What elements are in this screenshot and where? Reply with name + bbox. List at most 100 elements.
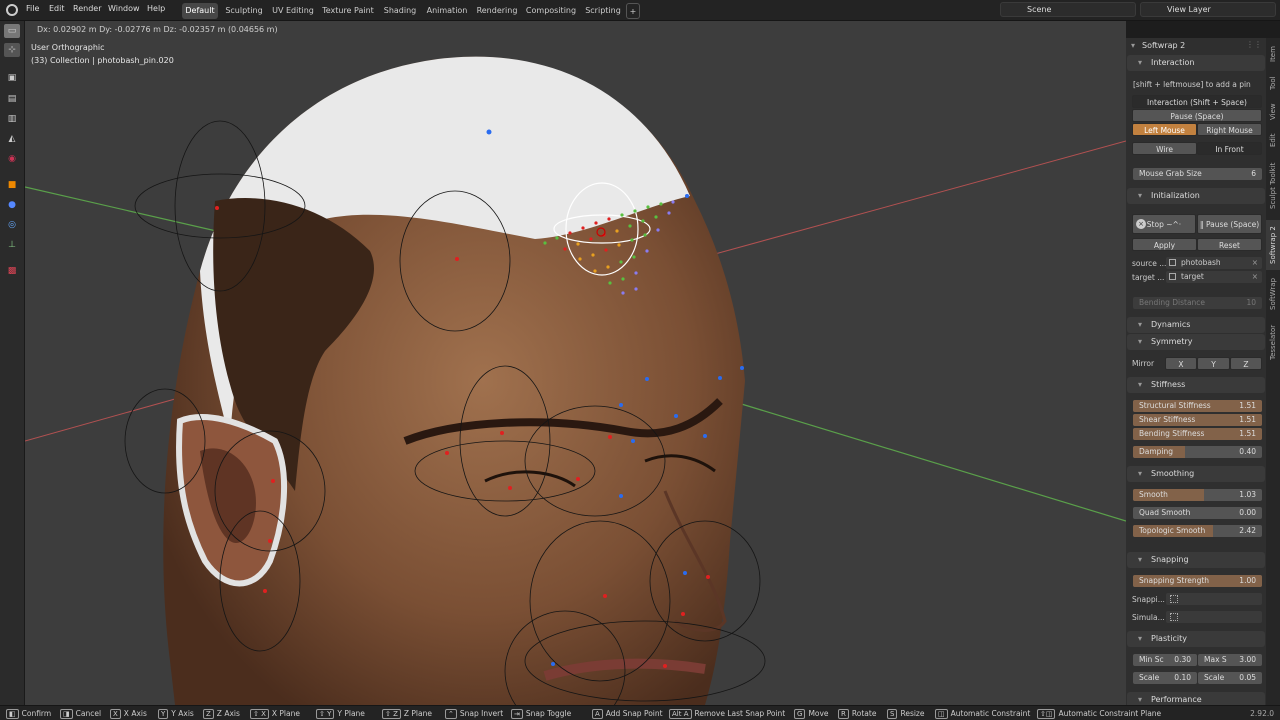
tab-softwrap[interactable]: SoftWrap	[1266, 272, 1280, 316]
status-snap-invert: ⌃ Snap Invert	[445, 709, 503, 719]
scale-field-2[interactable]: Scale 0.05	[1198, 672, 1262, 684]
tab-softwrap-2[interactable]: Softwrap 2	[1266, 220, 1280, 270]
bending-distance-field[interactable]: Bending Distance 10	[1133, 297, 1262, 309]
cursor-tool-icon[interactable]: ⊹	[4, 43, 20, 57]
addon-title: Softwrap 2	[1142, 41, 1186, 50]
status-cancel: ◨ Cancel	[60, 709, 101, 719]
tab-edit[interactable]: Edit	[1266, 128, 1280, 152]
section-snapping[interactable]: Snapping	[1127, 552, 1265, 568]
view-name: User Orthographic	[31, 43, 105, 52]
scale-value: 0.05	[1239, 673, 1256, 682]
structural-stiffness-slider[interactable]: Structural Stiffness 1.51	[1133, 400, 1262, 412]
right-mouse-toggle[interactable]: Right Mouse	[1197, 123, 1262, 136]
texture-props-icon[interactable]: ▩	[4, 264, 20, 278]
tab-shading[interactable]: Shading	[380, 3, 420, 19]
version-label: 2.92.0	[1250, 709, 1274, 718]
viewport-scene[interactable]	[25, 21, 1126, 705]
menu-render[interactable]: Render	[73, 4, 101, 13]
object-props-icon[interactable]: ■	[4, 178, 20, 192]
slider-label: Damping	[1139, 447, 1174, 456]
scene-selector[interactable]: Scene	[1000, 2, 1136, 17]
bending-stiffness-slider[interactable]: Bending Stiffness 1.51	[1133, 428, 1262, 440]
clear-source-icon[interactable]: ×	[1252, 257, 1258, 269]
add-workspace-button[interactable]: +	[626, 3, 640, 19]
tab-tesselator[interactable]: Tesselator	[1266, 318, 1280, 366]
panel-collapse-icon[interactable]: ▾	[1131, 41, 1135, 50]
section-initialization[interactable]: Initialization	[1127, 188, 1265, 204]
clear-target-icon[interactable]: ×	[1252, 271, 1258, 283]
section-symmetry[interactable]: Symmetry	[1127, 334, 1265, 350]
menu-window[interactable]: Window	[108, 4, 140, 13]
stop-button[interactable]: × Stop ~^·	[1132, 214, 1196, 234]
mouse-grab-size-label: Mouse Grab Size	[1139, 169, 1202, 178]
tab-default[interactable]: Default	[182, 3, 218, 19]
tab-sculpt-toolkit[interactable]: Sculpt Toolkit	[1266, 154, 1280, 218]
reset-button[interactable]: Reset	[1197, 238, 1262, 251]
interaction-button[interactable]: Interaction (Shift + Space)	[1132, 95, 1262, 108]
3d-viewport[interactable]: Dx: 0.02902 m Dy: -0.02776 m Dz: -0.0235…	[25, 21, 1126, 705]
mouse-right-icon: ◨	[60, 709, 73, 719]
tab-animation[interactable]: Animation	[424, 3, 470, 19]
status-move: G Move	[794, 709, 829, 719]
status-z-plane: ⇧ ZZ Plane	[382, 709, 432, 719]
physics-props-icon[interactable]: ◎	[4, 218, 20, 232]
section-interaction[interactable]: Interaction	[1127, 55, 1265, 71]
snapping-strength-slider[interactable]: Snapping Strength 1.00	[1133, 575, 1262, 587]
mirror-x-toggle[interactable]: X	[1165, 357, 1197, 370]
target-object-field[interactable]: target ×	[1166, 271, 1262, 283]
source-object-field[interactable]: photobash ×	[1166, 257, 1262, 269]
min-scale-field[interactable]: Min Sc 0.30	[1133, 654, 1197, 666]
blender-logo-icon[interactable]	[6, 4, 18, 16]
select-tool-icon[interactable]: ▭	[4, 24, 20, 38]
render-props-icon[interactable]: ▣	[4, 71, 20, 85]
tab-sculpting[interactable]: Sculpting	[223, 3, 265, 19]
output-props-icon[interactable]: ▤	[4, 92, 20, 106]
tab-texture-paint[interactable]: Texture Paint	[321, 3, 375, 19]
init-pause-button[interactable]: ‖ Pause (Space)	[1197, 214, 1262, 234]
section-dynamics[interactable]: Dynamics	[1127, 317, 1265, 333]
apply-button[interactable]: Apply	[1132, 238, 1197, 251]
modifier-props-icon[interactable]: ●	[4, 198, 20, 212]
max-scale-field[interactable]: Max S 3.00	[1198, 654, 1262, 666]
simulation-group-field[interactable]	[1166, 611, 1262, 623]
slider-value: 1.51	[1239, 415, 1256, 424]
damping-slider[interactable]: Damping 0.40	[1133, 446, 1262, 458]
view-layer-selector[interactable]: View Layer	[1140, 2, 1276, 17]
tab-uv-editing[interactable]: UV Editing	[270, 3, 316, 19]
wire-toggle[interactable]: Wire	[1132, 142, 1197, 155]
pause-button[interactable]: Pause (Space)	[1132, 109, 1262, 122]
tab-rendering[interactable]: Rendering	[474, 3, 520, 19]
mirror-z-toggle[interactable]: Z	[1230, 357, 1262, 370]
section-smoothing[interactable]: Smoothing	[1127, 466, 1265, 482]
shear-stiffness-slider[interactable]: Shear Stiffness 1.51	[1133, 414, 1262, 426]
mirror-y-toggle[interactable]: Y	[1197, 357, 1230, 370]
quad-smooth-slider[interactable]: Quad Smooth 0.00	[1133, 507, 1262, 519]
scene-props-icon[interactable]: ◭	[4, 132, 20, 146]
tab-scripting[interactable]: Scripting	[582, 3, 624, 19]
left-mouse-toggle[interactable]: Left Mouse	[1132, 123, 1197, 136]
menu-edit[interactable]: Edit	[49, 4, 65, 13]
menu-help[interactable]: Help	[147, 4, 165, 13]
smooth-slider[interactable]: Smooth 1.03	[1133, 489, 1262, 501]
tab-view[interactable]: View	[1266, 98, 1280, 126]
top-bar: File Edit Render Window Help Default Scu…	[0, 0, 1280, 21]
tab-compositing[interactable]: Compositing	[524, 3, 578, 19]
section-plasticity[interactable]: Plasticity	[1127, 631, 1265, 647]
status-rotate: R Rotate	[838, 709, 876, 719]
menu-file[interactable]: File	[26, 4, 39, 13]
scale-field-1[interactable]: Scale 0.10	[1133, 672, 1197, 684]
tab-tool[interactable]: Tool	[1266, 70, 1280, 96]
mouse-grab-size-field[interactable]: Mouse Grab Size 6	[1133, 168, 1262, 180]
drag-handle-icon[interactable]: ⋮⋮	[1246, 40, 1262, 49]
slider-label: Topologic Smooth	[1139, 526, 1206, 535]
section-stiffness[interactable]: Stiffness	[1127, 377, 1265, 393]
tab-item[interactable]: Item	[1266, 40, 1280, 68]
topologic-smooth-slider[interactable]: Topologic Smooth 2.42	[1133, 525, 1262, 537]
snapping-group-field[interactable]	[1166, 593, 1262, 605]
constraint-props-icon[interactable]: ⊥	[4, 238, 20, 252]
in-front-toggle[interactable]: In Front	[1197, 142, 1262, 155]
world-props-icon[interactable]: ◉	[4, 152, 20, 166]
slider-value: 0.40	[1239, 447, 1256, 456]
view-layer-props-icon[interactable]: ▥	[4, 112, 20, 126]
status-snap-toggle: ⇥ Snap Toggle	[511, 709, 571, 719]
